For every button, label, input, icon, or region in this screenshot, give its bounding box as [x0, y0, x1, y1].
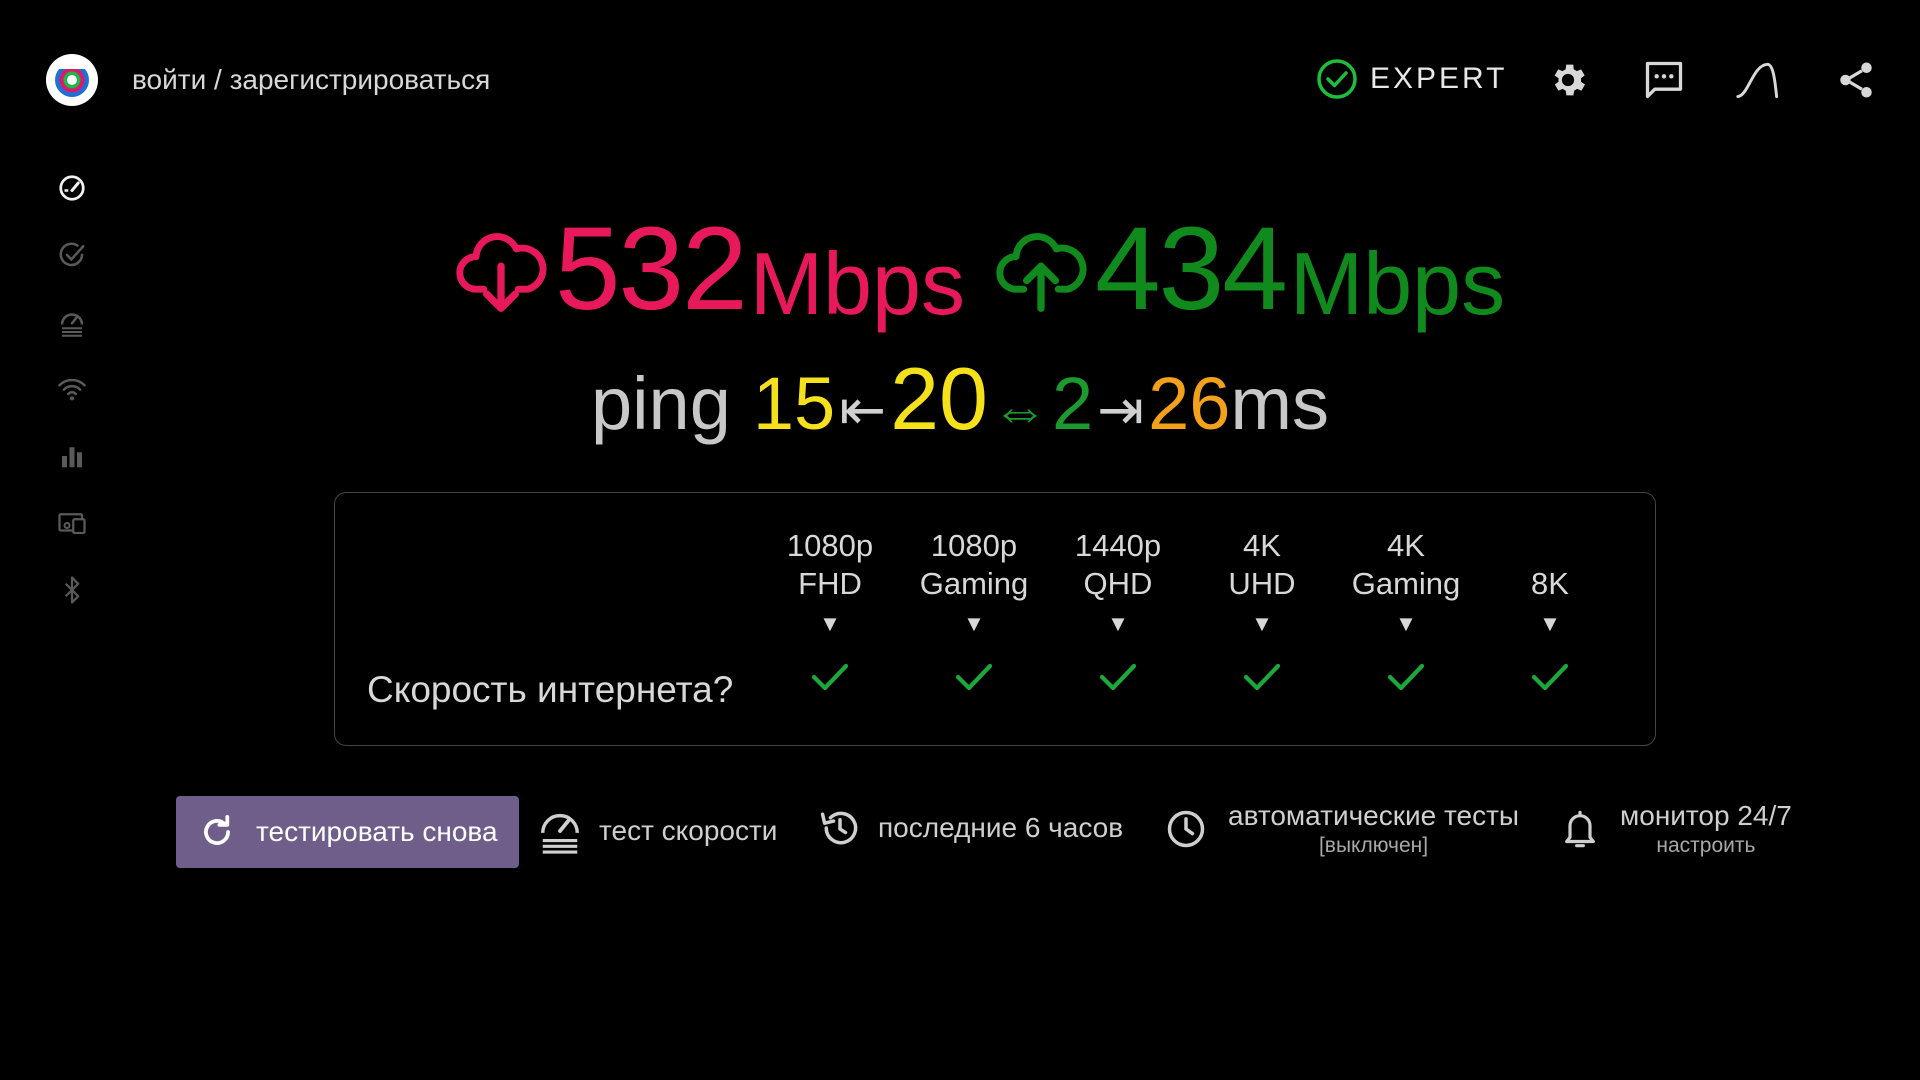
quality-column-subtitle: QHD: [1083, 566, 1153, 601]
auto-tests-status: [выключен]: [1318, 834, 1429, 857]
cloud-download-icon: [456, 233, 547, 312]
caret-down-icon: ▼: [963, 611, 985, 636]
ping-left-arrow: ⇤: [839, 378, 887, 441]
ping-label: ping: [590, 362, 731, 445]
speedtest-button[interactable]: тест скорости: [537, 806, 777, 856]
quality-column-subtitle: FHD: [798, 566, 862, 601]
checkmark-icon: [955, 663, 993, 691]
settings-button[interactable]: [1544, 56, 1592, 104]
retest-button[interactable]: тестировать снова: [176, 796, 519, 868]
ping-result: ping 15 ⇤ 20 ⇔ 2 ⇥ 26 ms: [0, 355, 1920, 443]
monitor-configure-link: настроить: [1656, 834, 1756, 857]
checkmark-icon: [1099, 663, 1137, 691]
quality-column-title: 4K: [1243, 528, 1281, 563]
refresh-icon: [204, 815, 230, 845]
devices-icon: [58, 513, 86, 535]
quality-column-4k-uhd: 4K UHD ▼: [1187, 527, 1337, 637]
speedtest-history-icon: [541, 813, 579, 854]
quality-check-1080p-fhd: [755, 661, 905, 693]
quality-column-4k-gaming: 4K Gaming ▼: [1331, 527, 1481, 637]
sidebar-item-devices[interactable]: [52, 503, 92, 543]
app-root: войти / зарегистрироваться EXPERT 532 Mb…: [0, 0, 1920, 1080]
download-value: 532: [554, 203, 748, 335]
caret-down-icon: ▼: [819, 611, 841, 636]
expert-mode-toggle[interactable]: EXPERT: [1316, 58, 1508, 100]
speedtest-label: тест скорости: [599, 815, 778, 846]
speedometer-icon: [59, 175, 85, 201]
bar-chart-icon: [62, 447, 82, 468]
quality-column-title: [1475, 527, 1625, 565]
sidebar-item-speedtest[interactable]: [52, 168, 92, 208]
download-speed: 532 Mbps: [455, 210, 965, 328]
quality-check-1440p-qhd: [1043, 661, 1193, 693]
checkmark-icon: [1531, 663, 1569, 691]
ping-median: 20: [890, 349, 988, 448]
sidebar-item-bluetooth[interactable]: [52, 570, 92, 610]
feedback-button[interactable]: [1640, 56, 1688, 104]
app-logo[interactable]: [46, 54, 98, 106]
quality-column-title: 1080p: [786, 528, 874, 563]
quality-column-subtitle: UHD: [1228, 566, 1296, 601]
quality-column-title: 4K: [1387, 528, 1425, 563]
caret-down-icon: ▼: [1539, 611, 1561, 636]
history-icon: [820, 811, 858, 845]
auto-tests-label: автоматические тесты: [1228, 800, 1520, 831]
quality-column-subtitle: 8K: [1531, 566, 1569, 601]
check-circle-icon: [1317, 59, 1357, 99]
quality-column-subtitle: Gaming: [919, 566, 1029, 601]
quality-column-title: 1080p: [930, 528, 1018, 563]
logo-rings-icon: [55, 63, 89, 97]
quality-check-4k-gaming: [1331, 661, 1481, 693]
gear-icon: [1554, 64, 1585, 96]
quality-check-8k: [1475, 661, 1625, 693]
caret-down-icon: ▼: [1251, 611, 1273, 636]
quality-check-1080p-gaming: [899, 661, 1049, 693]
checkmark-icon: [1243, 663, 1281, 691]
quality-column-1440p-qhd: 1440p QHD ▼: [1043, 527, 1193, 637]
auto-tests-button[interactable]: автоматические тесты [выключен]: [1164, 800, 1519, 858]
download-unit: Mbps: [749, 234, 965, 333]
caret-down-icon: ▼: [1395, 611, 1417, 636]
ping-right-arrow: ⇥: [1097, 378, 1145, 441]
quality-check-4k-uhd: [1187, 661, 1337, 693]
quality-column-subtitle: Gaming: [1351, 566, 1461, 601]
quality-column-8k: 8K ▼: [1475, 527, 1625, 637]
graph-view-button[interactable]: [1736, 56, 1784, 104]
history-label: последние 6 часов: [878, 812, 1124, 843]
upload-speed: 434 Mbps: [995, 210, 1505, 328]
share-button[interactable]: [1832, 56, 1880, 104]
ping-jitter-arrow: ⇔: [991, 378, 1048, 441]
curve-icon: [1736, 62, 1779, 99]
chat-icon: [1645, 61, 1683, 99]
expert-label: EXPERT: [1370, 62, 1508, 95]
quality-column-1080p-fhd: 1080p FHD ▼: [755, 527, 905, 637]
upload-value: 434: [1095, 203, 1288, 335]
upload-unit: Mbps: [1289, 234, 1506, 333]
history-6h-button[interactable]: последние 6 часов: [818, 806, 1123, 850]
quality-column-1080p-gaming: 1080p Gaming ▼: [899, 527, 1049, 637]
login-register-link[interactable]: войти / зарегистрироваться: [132, 64, 490, 96]
ping-jitter: 2: [1051, 362, 1094, 445]
speed-results: 532 Mbps 434 Mbps: [0, 210, 1920, 328]
checkmark-icon: [811, 663, 849, 691]
bluetooth-icon: [64, 576, 80, 604]
cloud-upload-icon: [996, 233, 1087, 312]
internet-speed-question: Скорость интернета?: [367, 669, 734, 710]
monitor-label: монитор 24/7: [1620, 800, 1792, 831]
checkmark-icon: [1387, 663, 1425, 691]
monitor-247-button[interactable]: монитор 24/7 настроить: [1560, 800, 1792, 858]
share-icon: [1840, 62, 1872, 98]
caret-down-icon: ▼: [1107, 611, 1129, 636]
retest-label: тестировать снова: [256, 816, 498, 847]
clock-icon: [1167, 810, 1205, 848]
ping-max: 26: [1148, 362, 1231, 445]
bell-icon: [1565, 810, 1595, 848]
quality-panel: 1080p FHD ▼ 1080p Gaming ▼ 1440p QHD ▼ 4…: [334, 492, 1656, 746]
ping-min: 15: [752, 362, 836, 445]
ping-unit: ms: [1230, 362, 1330, 445]
quality-column-title: 1440p: [1074, 528, 1162, 563]
